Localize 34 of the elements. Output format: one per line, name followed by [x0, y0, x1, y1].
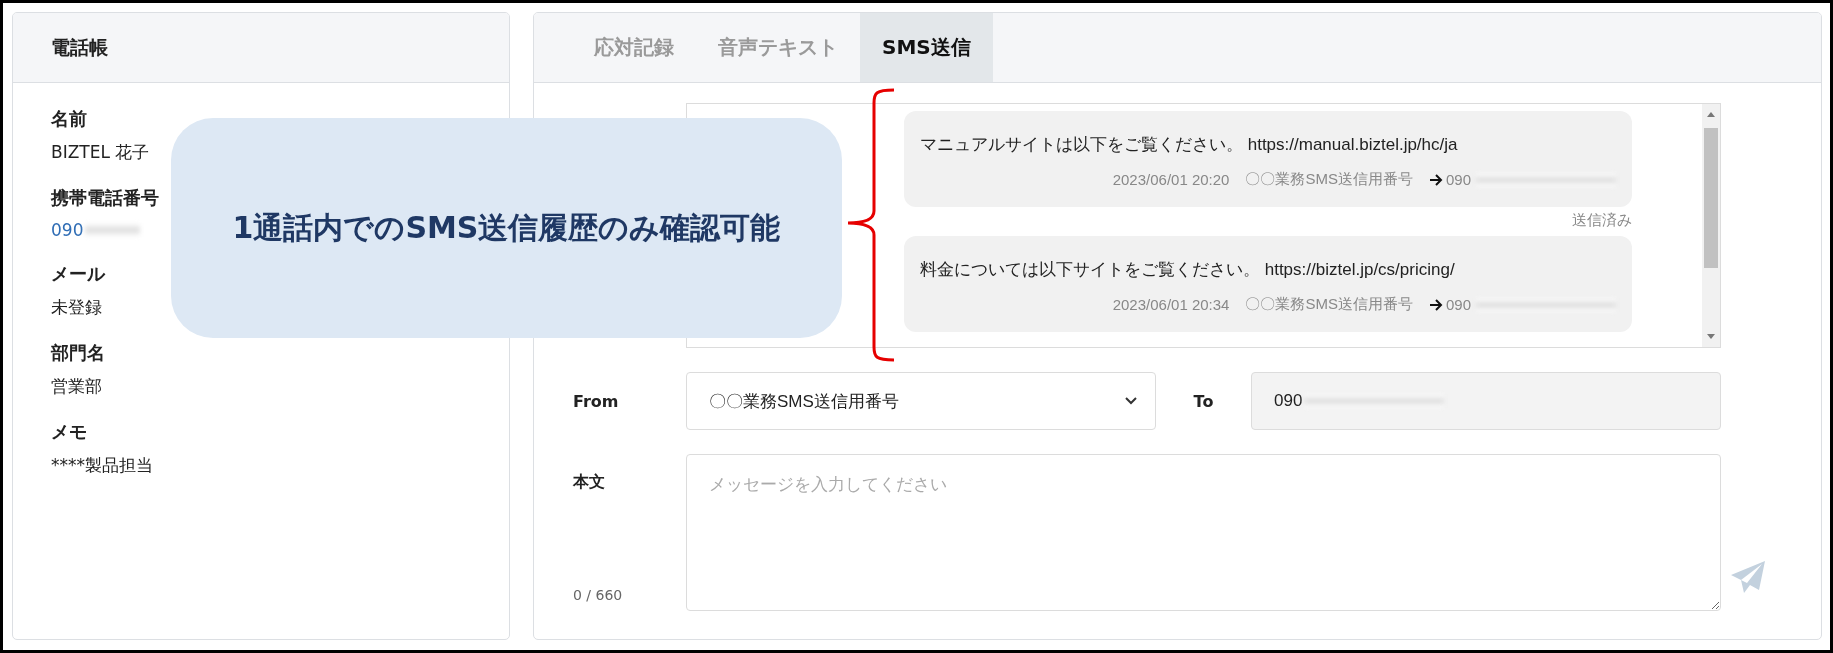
- message-date: 2023/06/01 20:20: [1112, 171, 1230, 188]
- field-value: BIZTEL 花子: [51, 141, 150, 164]
- send-icon[interactable]: [1730, 560, 1766, 594]
- to-label: To: [1193, 391, 1214, 411]
- message-date: 2023/06/01 20:34: [1112, 296, 1230, 313]
- character-counter: 0 / 660: [573, 587, 624, 603]
- field-value: ****製品担当: [51, 454, 153, 477]
- message-field[interactable]: メッセージを入力してください: [686, 454, 1721, 611]
- recipient-number: 090: [1445, 171, 1471, 188]
- field-value: 未登録: [51, 296, 102, 319]
- phone-link[interactable]: 090: [51, 220, 141, 240]
- sender-number: 〇〇業務SMS送信用番号: [1245, 170, 1413, 189]
- callout-text: 1通話内でのSMS送信履歴のみ確認可能: [232, 208, 781, 247]
- recipient-number: 090: [1445, 296, 1471, 313]
- to-field[interactable]: 090: [1251, 372, 1721, 430]
- message-text: 料金については以下サイトをご覧ください。 https://biztel.jp/cs/pricing/: [920, 259, 1456, 281]
- field-label: 携帯電話番号: [51, 186, 159, 210]
- field-value: 営業部: [51, 375, 102, 398]
- field-label: メール: [51, 262, 105, 286]
- message-text: マニュアルサイトは以下をご覧ください。 https://manual.biztel.jp/hc/ja: [920, 134, 1459, 156]
- scrollbar[interactable]: [1702, 104, 1720, 347]
- message-status: 送信済み: [1572, 211, 1632, 230]
- panel-title: 電話帳: [51, 34, 108, 60]
- body-label: 本文: [573, 472, 605, 493]
- from-select[interactable]: 〇〇業務SMS送信用番号: [686, 372, 1156, 430]
- from-label: From: [573, 391, 620, 411]
- sender-number: 〇〇業務SMS送信用番号: [1245, 295, 1413, 314]
- arrow-icon: [1428, 297, 1443, 312]
- field-label: 名前: [51, 107, 87, 131]
- chevron-icon: [1125, 397, 1137, 405]
- field-label: 部門名: [51, 341, 105, 365]
- arrow-icon: [1428, 172, 1443, 187]
- tab[interactable]: SMS送信: [860, 13, 993, 82]
- field-label: メモ: [51, 420, 87, 444]
